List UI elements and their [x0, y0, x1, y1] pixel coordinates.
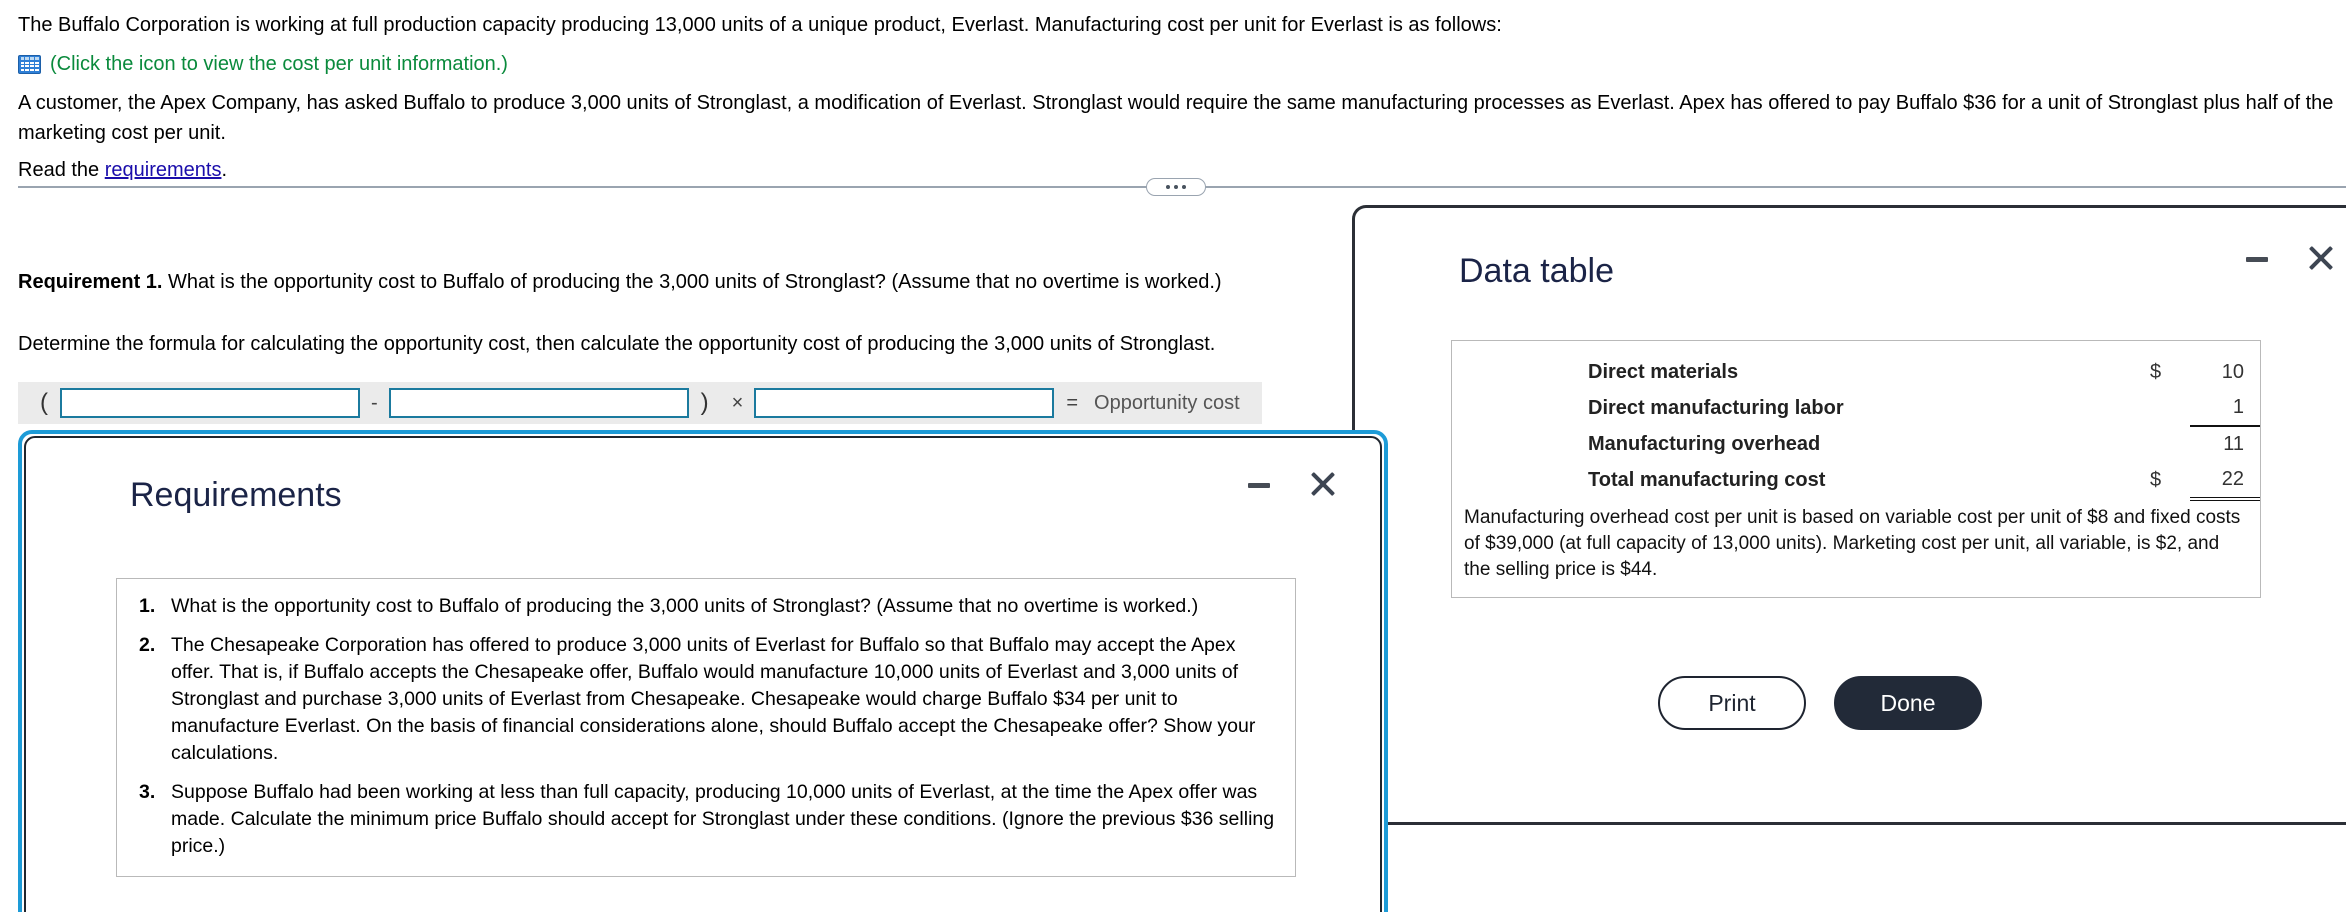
row-value: 22: [2190, 462, 2260, 501]
close-icon[interactable]: [1308, 470, 1336, 498]
list-item: 2. The Chesapeake Corporation has offere…: [139, 632, 1275, 767]
cost-per-unit-note: Manufacturing overhead cost per unit is …: [1464, 507, 2241, 580]
requirements-window-buttons: [1246, 470, 1336, 498]
requirement-1-text: What is the opportunity cost to Buffalo …: [162, 271, 1222, 293]
requirements-card: 1. What is the opportunity cost to Buffa…: [116, 578, 1296, 877]
row-value: 11: [2190, 425, 2260, 462]
minimize-icon[interactable]: [2244, 245, 2270, 271]
row-value: 10: [2221, 361, 2244, 383]
item-number: 2.: [139, 634, 156, 656]
requirement-1-question: Requirement 1. What is the opportunity c…: [18, 268, 1358, 296]
app-root: The Buffalo Corporation is working at fu…: [0, 0, 2346, 912]
equals-operator: =: [1066, 391, 1079, 414]
cost-info-icon-row[interactable]: (Click the icon to view the cost per uni…: [18, 49, 2338, 79]
requirements-dialog: Requirements 1. What is the opportunity …: [18, 430, 1388, 912]
item-text: The Chesapeake Corporation has offered t…: [171, 634, 1256, 764]
cost-info-link[interactable]: (Click the icon to view the cost per uni…: [50, 49, 508, 79]
dot: [1182, 185, 1186, 189]
row-label: Direct materials: [1588, 361, 1739, 383]
table-row: Direct manufacturing labor 1: [1452, 390, 2260, 426]
item-number: 3.: [139, 781, 156, 803]
cost-per-unit-card: Direct materials $ 10 Direct manufacturi…: [1451, 340, 2261, 598]
requirement-1-worksheet: Requirement 1. What is the opportunity c…: [18, 268, 1358, 424]
requirements-list: 1. What is the opportunity cost to Buffa…: [137, 593, 1275, 860]
done-button[interactable]: Done: [1834, 676, 1982, 730]
row-currency: $: [2150, 361, 2162, 383]
opportunity-cost-formula-row: ( - ) × = Opportunity cost: [18, 382, 1262, 424]
row-currency: $: [2150, 469, 2162, 491]
statement-paragraph-2: A customer, the Apex Company, has asked …: [18, 92, 2334, 144]
dot: [1174, 185, 1178, 189]
item-text: Suppose Buffalo had been working at less…: [171, 781, 1275, 857]
problem-statement: The Buffalo Corporation is working at fu…: [18, 10, 2338, 194]
statement-paragraph-1: The Buffalo Corporation is working at fu…: [18, 14, 1502, 36]
close-icon[interactable]: [2306, 244, 2334, 272]
requirements-link[interactable]: requirements: [105, 159, 222, 181]
times-operator: ×: [731, 391, 744, 414]
row-currency: [2150, 390, 2190, 426]
row-currency: [2150, 426, 2190, 462]
cost-per-unit-table: Direct materials $ 10 Direct manufacturi…: [1452, 355, 2260, 501]
dialog-footer-separator: [1355, 823, 2346, 825]
close-paren: ): [700, 389, 709, 416]
opportunity-cost-label: Opportunity cost: [1094, 391, 1240, 414]
row-value: 1: [2232, 396, 2244, 418]
formula-field-2[interactable]: [388, 388, 689, 418]
divider-drag-handle[interactable]: [1146, 178, 1206, 196]
table-row: Manufacturing overhead 11: [1452, 425, 2260, 462]
data-table-title: Data table: [1459, 252, 1614, 290]
list-item: 3. Suppose Buffalo had been working at l…: [139, 779, 1275, 860]
data-table-actions: Print Done: [1355, 676, 2285, 730]
requirement-1-label: Requirement 1.: [18, 271, 163, 293]
determine-instruction: Determine the formula for calculating th…: [18, 333, 1216, 355]
read-prefix: Read the: [18, 159, 105, 181]
minus-operator: -: [371, 391, 378, 414]
row-label: Manufacturing overhead: [1588, 432, 1821, 455]
requirements-dialog-inner: Requirements 1. What is the opportunity …: [24, 436, 1382, 912]
data-table-window-buttons: [2244, 244, 2334, 272]
data-table-dialog: Data table Direct materials $ 10 Direct …: [1352, 205, 2346, 825]
item-number: 1.: [139, 595, 156, 617]
spreadsheet-grid-icon[interactable]: [18, 54, 41, 74]
open-paren: (: [40, 389, 48, 416]
dot: [1166, 185, 1170, 189]
formula-field-3[interactable]: [754, 388, 1055, 418]
table-row: Total manufacturing cost $ 22: [1452, 462, 2260, 501]
formula-field-1[interactable]: [60, 388, 360, 418]
requirements-title: Requirements: [130, 476, 342, 514]
table-row: Direct materials $ 10: [1452, 355, 2260, 390]
print-button[interactable]: Print: [1658, 676, 1806, 730]
item-text: What is the opportunity cost to Buffalo …: [171, 595, 1199, 617]
row-label: Direct manufacturing labor: [1588, 396, 1844, 419]
row-label: Total manufacturing cost: [1588, 469, 1826, 491]
list-item: 1. What is the opportunity cost to Buffa…: [139, 593, 1275, 620]
minimize-icon[interactable]: [1246, 471, 1272, 497]
read-suffix: .: [221, 159, 228, 181]
